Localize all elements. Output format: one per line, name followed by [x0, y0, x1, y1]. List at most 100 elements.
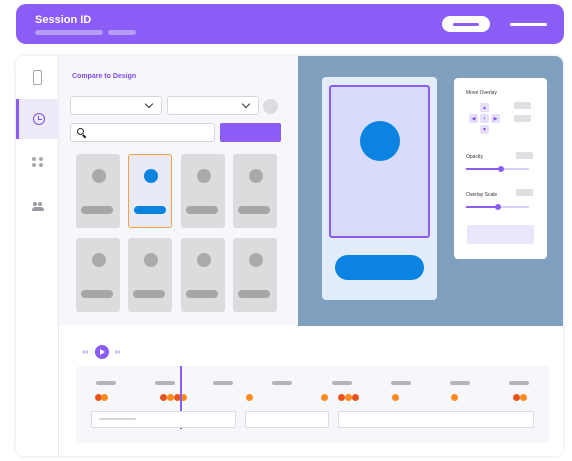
- timeline-event[interactable]: [392, 394, 399, 401]
- tile-thumbnail: [197, 169, 211, 183]
- move-right-button[interactable]: ▶: [491, 114, 500, 123]
- tile-label-placeholder: [133, 290, 165, 298]
- sidebar-item-team[interactable]: [16, 186, 59, 226]
- sidebar-item-device[interactable]: [16, 57, 59, 97]
- chevron-down-icon: [144, 99, 154, 109]
- main-card: Compare to Design Move Overlay ▲ ◀ • ▶ ▼…: [16, 56, 563, 456]
- phone-icon: [33, 69, 42, 85]
- header-menu-placeholder[interactable]: [510, 23, 547, 26]
- timeline-tick: [391, 381, 411, 385]
- search-input[interactable]: [70, 123, 215, 142]
- timeline-track-field[interactable]: [338, 411, 534, 428]
- timeline-event[interactable]: [451, 394, 458, 401]
- timeline-tick: [155, 381, 175, 385]
- design-tile[interactable]: [233, 154, 277, 228]
- timeline-event[interactable]: [520, 394, 527, 401]
- move-y-value[interactable]: [514, 115, 531, 122]
- play-button[interactable]: [95, 345, 109, 359]
- design-overlay[interactable]: [329, 85, 430, 238]
- preview-button[interactable]: [335, 255, 424, 280]
- session-timeline[interactable]: [76, 366, 550, 443]
- overlay-scale-slider-fill: [466, 206, 498, 208]
- compare-title: Compare to Design: [72, 73, 137, 80]
- design-tile[interactable]: [76, 154, 120, 228]
- timeline-event[interactable]: [160, 394, 167, 401]
- preview-panel: Move Overlay ▲ ◀ • ▶ ▼ Opacity Overlay S…: [298, 56, 563, 326]
- opacity-slider-fill: [466, 168, 501, 170]
- timeline-event[interactable]: [345, 394, 352, 401]
- tile-thumbnail: [144, 253, 158, 267]
- overlay-circle: [360, 121, 400, 161]
- timeline-event[interactable]: [352, 394, 359, 401]
- timeline-tick: [332, 381, 352, 385]
- tile-label-placeholder: [186, 206, 218, 214]
- timeline-tick: [272, 381, 292, 385]
- session-title: Session ID: [35, 14, 92, 26]
- move-overlay-label: Move Overlay: [466, 90, 497, 96]
- design-tile-selected[interactable]: [128, 154, 172, 228]
- timeline-track-field[interactable]: [91, 411, 236, 428]
- session-subtitle-placeholder: [35, 30, 103, 35]
- sidebar-item-components[interactable]: [16, 142, 59, 182]
- tile-thumbnail: [197, 253, 211, 267]
- header-action-button[interactable]: [442, 16, 490, 32]
- tile-thumbnail: [249, 253, 263, 267]
- sidebar: [16, 56, 59, 456]
- app-root: Session ID Compare to Design Move Overla…: [0, 0, 572, 461]
- tile-thumbnail: [144, 169, 158, 183]
- playback-controls: [82, 345, 122, 359]
- tile-thumbnail: [92, 253, 106, 267]
- overlay-scale-slider-handle[interactable]: [494, 204, 501, 210]
- opacity-slider[interactable]: [466, 166, 529, 172]
- overlay-scale-label: Overlay Scale: [466, 192, 498, 198]
- timeline-tick: [96, 381, 116, 385]
- opacity-label: Opacity: [466, 154, 483, 160]
- move-left-button[interactable]: ◀: [469, 114, 478, 123]
- tile-label-placeholder: [134, 206, 166, 214]
- timeline-event[interactable]: [101, 394, 108, 401]
- tile-label-placeholder: [238, 290, 270, 298]
- design-tile[interactable]: [76, 238, 120, 312]
- skip-forward-icon[interactable]: [115, 349, 122, 355]
- apply-overlay-button[interactable]: [467, 225, 534, 244]
- timeline-tick: [213, 381, 233, 385]
- timeline-event[interactable]: [513, 394, 520, 401]
- design-tile[interactable]: [233, 238, 277, 312]
- grid-icon: [32, 156, 43, 168]
- overlay-scale-value[interactable]: [516, 189, 533, 196]
- users-icon: [31, 201, 44, 211]
- opacity-value[interactable]: [516, 152, 533, 159]
- design-select[interactable]: [70, 96, 162, 115]
- move-x-value[interactable]: [514, 102, 531, 109]
- overlay-scale-slider[interactable]: [466, 204, 529, 210]
- session-header: Session ID: [16, 4, 564, 44]
- overlay-controls: Move Overlay ▲ ◀ • ▶ ▼ Opacity Overlay S…: [454, 78, 547, 259]
- move-center-button[interactable]: •: [480, 114, 489, 123]
- tile-label-placeholder: [81, 206, 113, 214]
- header-action-label-placeholder: [453, 23, 479, 26]
- clock-icon: [33, 113, 45, 125]
- design-tile[interactable]: [181, 154, 225, 228]
- sidebar-item-history[interactable]: [16, 99, 59, 139]
- timeline-event[interactable]: [167, 394, 174, 401]
- tile-label-placeholder: [186, 290, 218, 298]
- opacity-slider-handle[interactable]: [497, 166, 504, 172]
- options-button[interactable]: [263, 99, 278, 114]
- search-icon: [77, 128, 84, 135]
- move-down-button[interactable]: ▼: [480, 125, 489, 134]
- track-label-placeholder: [99, 418, 136, 420]
- skip-back-icon[interactable]: [82, 349, 89, 355]
- screen-select[interactable]: [167, 96, 259, 115]
- timeline-tick: [509, 381, 529, 385]
- session-meta-placeholder: [108, 30, 136, 35]
- compare-panel: Compare to Design: [59, 56, 298, 326]
- timeline-tick: [450, 381, 470, 385]
- timeline-event[interactable]: [338, 394, 345, 401]
- move-up-button[interactable]: ▲: [480, 103, 489, 112]
- timeline-event[interactable]: [321, 394, 328, 401]
- search-button[interactable]: [220, 123, 281, 142]
- design-tile[interactable]: [181, 238, 225, 312]
- timeline-track-field[interactable]: [245, 411, 329, 428]
- timeline-event[interactable]: [246, 394, 253, 401]
- design-tile[interactable]: [128, 238, 172, 312]
